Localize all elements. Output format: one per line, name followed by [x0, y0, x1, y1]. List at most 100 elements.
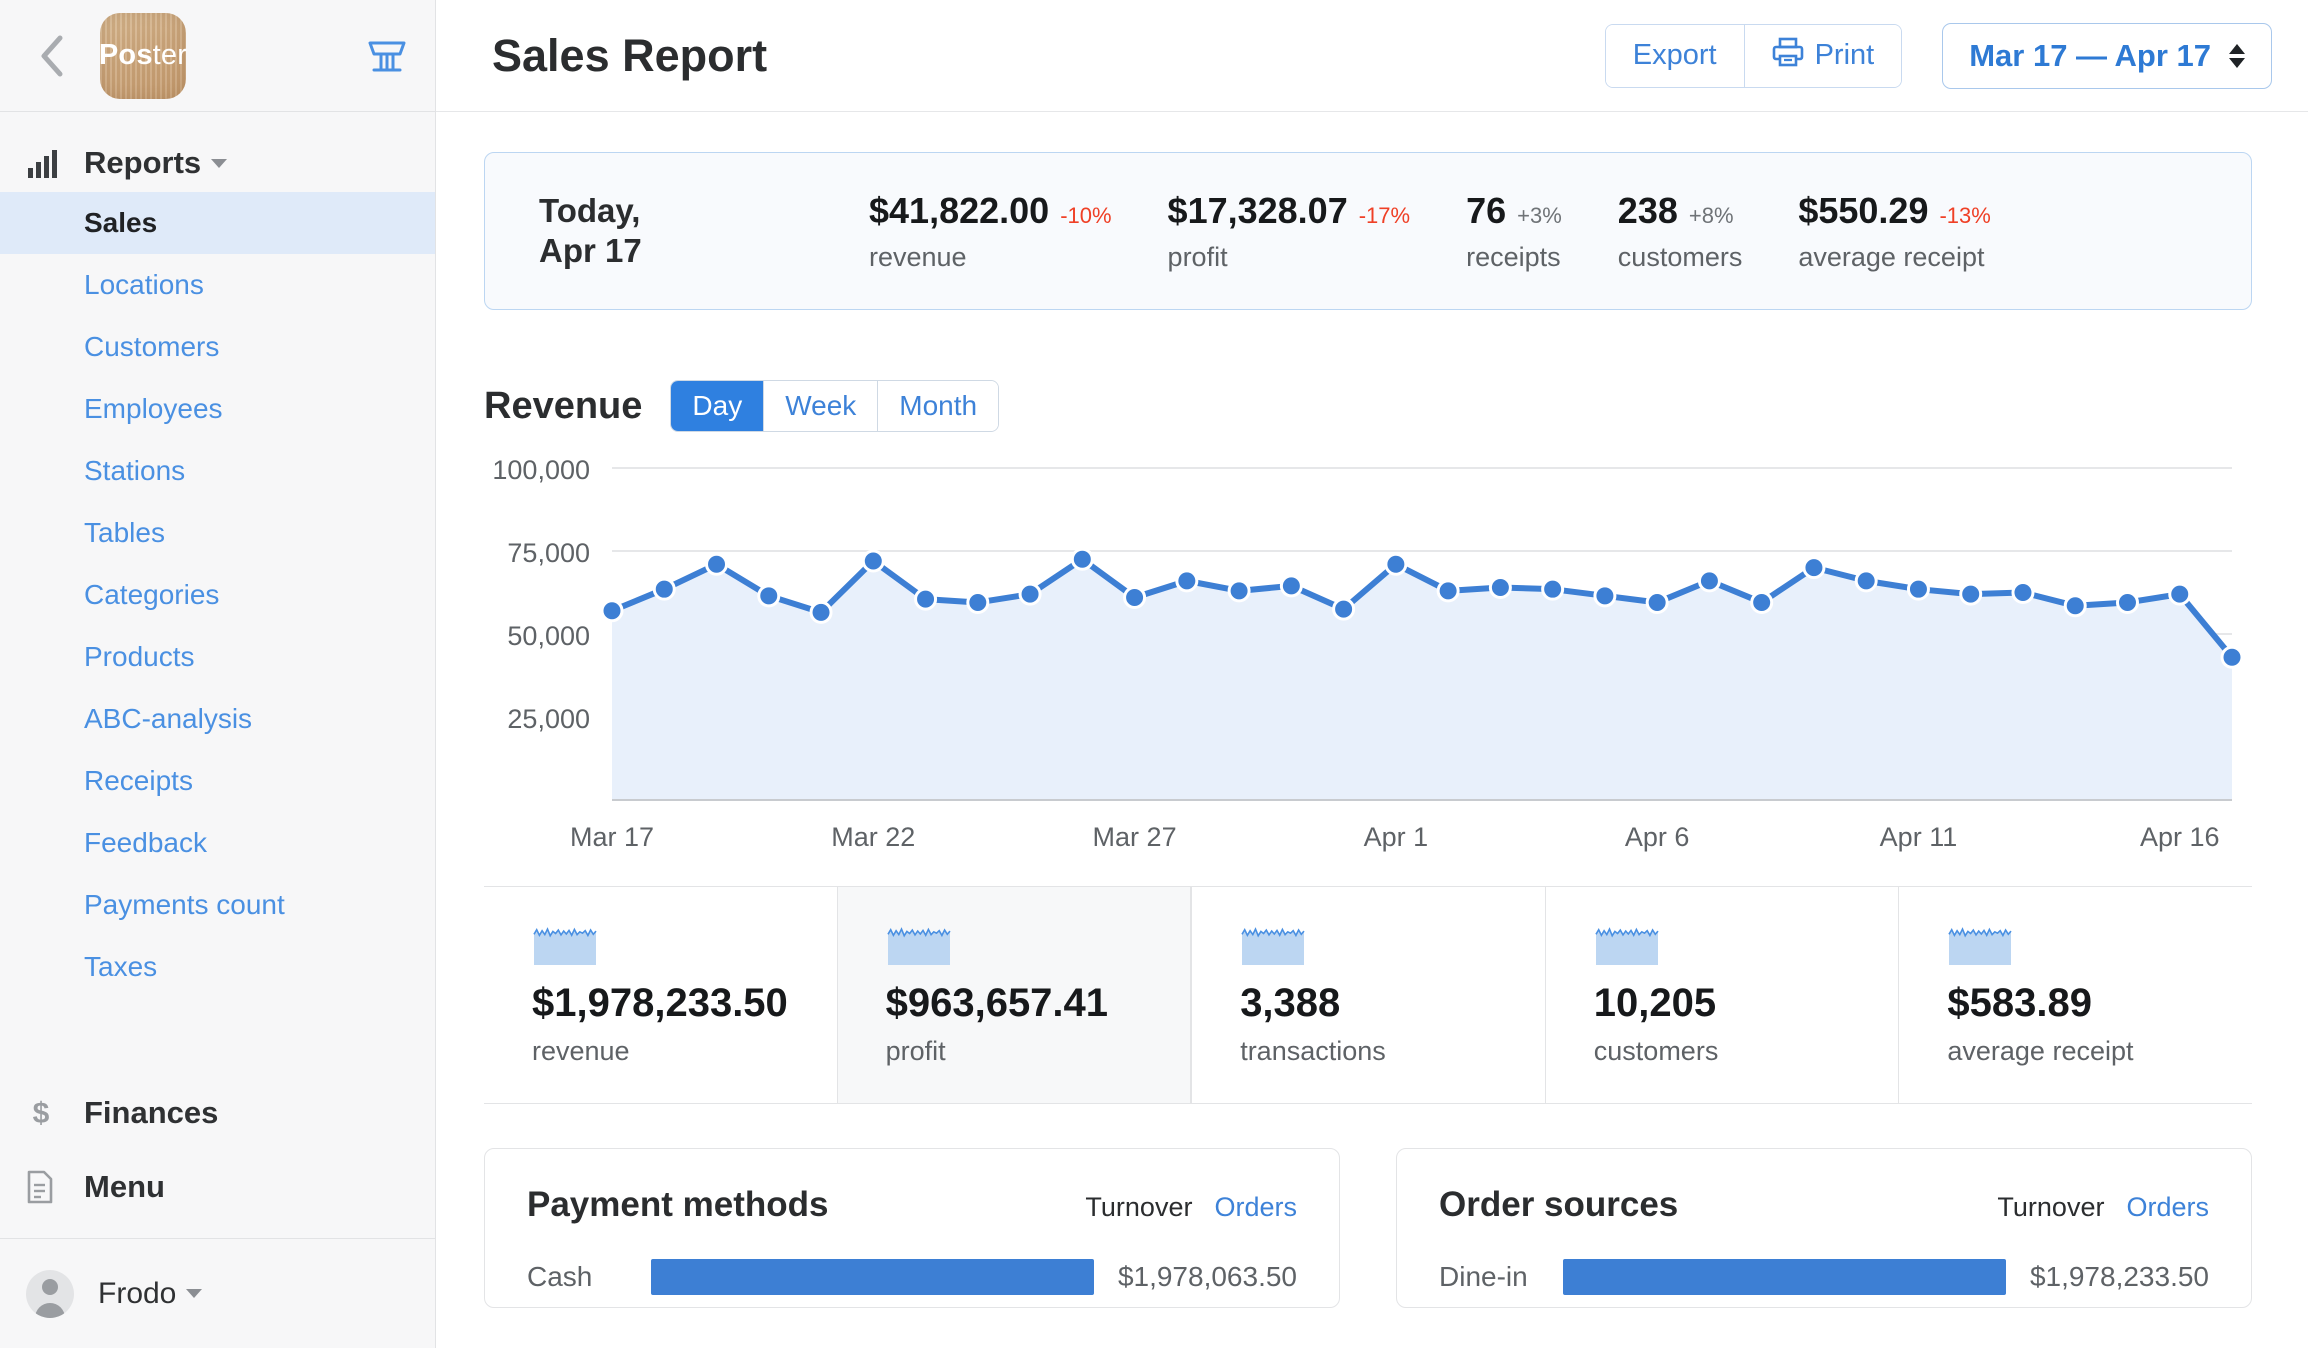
- chart-data-point[interactable]: [1072, 549, 1092, 569]
- sidebar-item-taxes[interactable]: Taxes: [0, 936, 435, 998]
- chart-data-point[interactable]: [2065, 596, 2085, 616]
- sidebar-item-label: ABC-analysis: [84, 703, 252, 735]
- sidebar-item-locations[interactable]: Locations: [0, 254, 435, 316]
- chart-data-point[interactable]: [1177, 571, 1197, 591]
- chart-data-point[interactable]: [602, 601, 622, 621]
- chart-data-point[interactable]: [2013, 583, 2033, 603]
- kpi-value: 76: [1466, 190, 1506, 232]
- chart-data-point[interactable]: [707, 554, 727, 574]
- bottom-panels: Payment methodsTurnoverOrdersCash$1,978,…: [484, 1148, 2252, 1308]
- chart-data-point[interactable]: [2170, 584, 2190, 604]
- y-axis-tick-label: 25,000: [507, 704, 590, 734]
- panel-title: Payment methods: [527, 1185, 828, 1225]
- sidebar-item-abc-analysis[interactable]: ABC-analysis: [0, 688, 435, 750]
- chevron-left-icon[interactable]: [26, 30, 78, 82]
- logo-text-light: ter: [153, 39, 187, 72]
- sidebar-item-menu[interactable]: Menu: [0, 1150, 435, 1224]
- chart-data-point[interactable]: [1490, 578, 1510, 598]
- poster-logo[interactable]: Poster: [100, 13, 186, 99]
- toggle-orders[interactable]: Orders: [1214, 1192, 1297, 1223]
- chart-data-point[interactable]: [1334, 599, 1354, 619]
- sparkline-icon: [1240, 923, 1306, 967]
- toggle-orders[interactable]: Orders: [2126, 1192, 2209, 1223]
- toggle-turnover[interactable]: Turnover: [1085, 1192, 1192, 1223]
- panel-title: Order sources: [1439, 1185, 1678, 1225]
- revenue-chart: 25,00050,00075,000100,000Mar 17Mar 22Mar…: [484, 454, 2252, 874]
- sidebar-item-customers[interactable]: Customers: [0, 316, 435, 378]
- panel-header: Order sources Turnover Orders: [1439, 1185, 2209, 1225]
- chart-data-point[interactable]: [968, 592, 988, 612]
- range-tab-day[interactable]: Day: [671, 381, 763, 431]
- chart-data-point[interactable]: [1699, 571, 1719, 591]
- bar-value: $1,978,233.50: [2030, 1261, 2209, 1293]
- sidebar: Poster: [0, 0, 436, 1348]
- kpi-value: $550.29: [1798, 190, 1928, 232]
- sidebar-item-label: Employees: [84, 393, 223, 425]
- kpi-summary-bar: Today, Apr 17 $41,822.00-10%revenue$17,3…: [484, 152, 2252, 310]
- sidebar-item-employees[interactable]: Employees: [0, 378, 435, 440]
- sidebar-secondary-nav: $ Finances Menu: [0, 1076, 435, 1238]
- sidebar-user[interactable]: Frodo: [0, 1238, 435, 1348]
- range-tab-week[interactable]: Week: [763, 381, 877, 431]
- podium-icon[interactable]: [365, 35, 409, 77]
- sidebar-item-sales[interactable]: Sales: [0, 192, 435, 254]
- chart-data-point[interactable]: [1595, 586, 1615, 606]
- summary-stat-label: profit: [886, 1036, 1191, 1067]
- sidebar-group-reports[interactable]: Reports: [0, 134, 435, 192]
- chart-data-point[interactable]: [1752, 592, 1772, 612]
- y-axis-tick-label: 100,000: [492, 455, 590, 485]
- chart-data-point[interactable]: [1543, 579, 1563, 599]
- chart-data-point[interactable]: [759, 586, 779, 606]
- chart-data-point[interactable]: [1229, 581, 1249, 601]
- spinner-updown-icon[interactable]: [2229, 44, 2245, 68]
- chart-data-point[interactable]: [1281, 576, 1301, 596]
- kpi-value: 238: [1618, 190, 1678, 232]
- sparkline-icon: [532, 923, 598, 967]
- chart-data-point[interactable]: [654, 579, 674, 599]
- summary-stat-label: revenue: [532, 1036, 837, 1067]
- sidebar-item-finances[interactable]: $ Finances: [0, 1076, 435, 1150]
- sparkline-icon: [1947, 923, 2013, 967]
- chart-data-point[interactable]: [811, 602, 831, 622]
- kpi-label: receipts: [1466, 242, 1562, 273]
- sidebar-item-feedback[interactable]: Feedback: [0, 812, 435, 874]
- chart-data-point[interactable]: [1125, 587, 1145, 607]
- chart-data-point[interactable]: [1647, 592, 1667, 612]
- chart-data-point[interactable]: [1856, 571, 1876, 591]
- panel-metric-toggle: Turnover Orders: [1085, 1192, 1297, 1223]
- sidebar-item-tables[interactable]: Tables: [0, 502, 435, 564]
- chart-data-point[interactable]: [1961, 584, 1981, 604]
- chart-data-point[interactable]: [2222, 647, 2242, 667]
- chart-data-point[interactable]: [1908, 579, 1928, 599]
- chart-data-point[interactable]: [1020, 584, 1040, 604]
- chart-data-point[interactable]: [2117, 592, 2137, 612]
- sidebar-item-label: Finances: [84, 1095, 218, 1131]
- chart-data-point[interactable]: [1438, 581, 1458, 601]
- chart-data-point[interactable]: [916, 589, 936, 609]
- kpi-value: $41,822.00: [869, 190, 1049, 232]
- sidebar-item-receipts[interactable]: Receipts: [0, 750, 435, 812]
- sidebar-item-payments-count[interactable]: Payments count: [0, 874, 435, 936]
- sidebar-item-categories[interactable]: Categories: [0, 564, 435, 626]
- kpi-delta: +3%: [1517, 203, 1562, 229]
- export-button[interactable]: Export: [1606, 25, 1744, 87]
- date-range-selector[interactable]: Mar 17 — Apr 17: [1942, 23, 2272, 89]
- summary-stat-value: 3,388: [1240, 981, 1545, 1026]
- sidebar-item-products[interactable]: Products: [0, 626, 435, 688]
- chart-data-point[interactable]: [1386, 554, 1406, 574]
- revenue-range-tabs: DayWeekMonth: [670, 380, 999, 432]
- summary-stat-value: $1,978,233.50: [532, 981, 837, 1026]
- print-button[interactable]: Print: [1744, 25, 1902, 87]
- sidebar-item-label: Stations: [84, 455, 185, 487]
- chart-data-point[interactable]: [863, 551, 883, 571]
- kpi-label: profit: [1168, 242, 1411, 273]
- sidebar-item-label: Sales: [84, 207, 157, 239]
- top-bar: Sales Report Export: [436, 0, 2308, 112]
- sparkline-icon: [1594, 923, 1660, 967]
- range-tab-month[interactable]: Month: [877, 381, 998, 431]
- bar-row: Dine-in$1,978,233.50: [1439, 1259, 2209, 1295]
- sidebar-item-stations[interactable]: Stations: [0, 440, 435, 502]
- sidebar-nav: Reports Sales LocationsCustomers Employees…: [0, 112, 435, 1076]
- toggle-turnover[interactable]: Turnover: [1997, 1192, 2104, 1223]
- chart-data-point[interactable]: [1804, 558, 1824, 578]
